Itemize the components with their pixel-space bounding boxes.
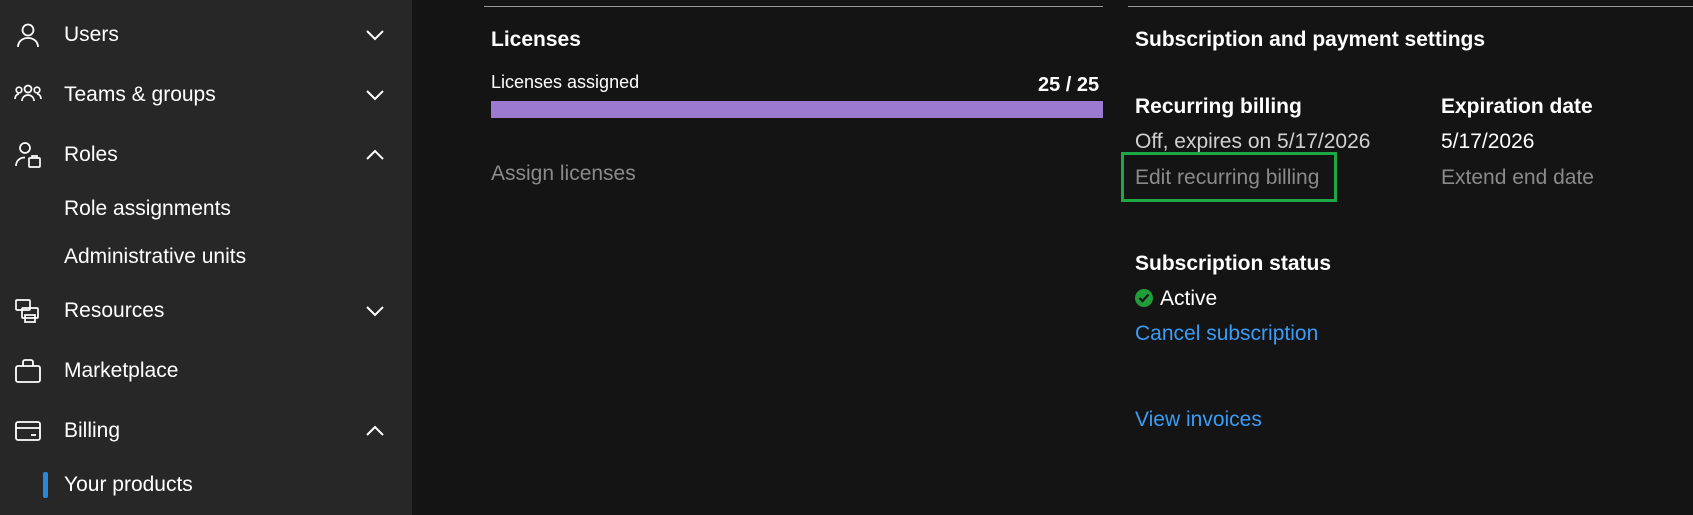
licenses-assigned-count: 25 / 25 bbox=[1038, 74, 1100, 96]
sidebar-nav: Users Teams & groups Roles Role assignme… bbox=[0, 0, 412, 515]
people-group-icon bbox=[14, 81, 42, 109]
licenses-progress-bar bbox=[491, 101, 1103, 118]
sidebar-subitem-label: Your products bbox=[64, 473, 193, 496]
checkmark-circle-icon bbox=[1135, 289, 1153, 307]
sidebar-item-users[interactable]: Users bbox=[0, 11, 412, 59]
chevron-down-icon[interactable] bbox=[363, 23, 387, 47]
licenses-progress-fill bbox=[491, 101, 1103, 118]
cancel-subscription-link[interactable]: Cancel subscription bbox=[1135, 322, 1318, 346]
section-divider bbox=[1128, 6, 1693, 7]
sidebar-item-label: Roles bbox=[64, 143, 118, 166]
sidebar-item-administrative-units[interactable]: Administrative units bbox=[0, 235, 412, 279]
section-divider bbox=[484, 6, 1103, 7]
sidebar-item-resources[interactable]: Resources bbox=[0, 287, 412, 335]
chevron-up-icon[interactable] bbox=[363, 143, 387, 167]
active-indicator bbox=[43, 472, 48, 498]
chevron-down-icon[interactable] bbox=[363, 83, 387, 107]
licenses-assigned-label: Licenses assigned bbox=[491, 72, 640, 92]
sidebar-item-teams-groups[interactable]: Teams & groups bbox=[0, 71, 412, 119]
sidebar-subitem-label: Administrative units bbox=[64, 245, 247, 268]
sidebar-item-label: Teams & groups bbox=[64, 83, 216, 106]
printer-icon bbox=[14, 297, 42, 325]
chevron-up-icon[interactable] bbox=[363, 419, 387, 443]
edit-recurring-billing-link[interactable]: Edit recurring billing bbox=[1135, 166, 1319, 190]
sidebar-item-label: Users bbox=[64, 23, 119, 46]
sidebar-item-your-products[interactable]: Your products bbox=[0, 463, 412, 507]
sidebar-item-label: Billing bbox=[64, 419, 121, 442]
view-invoices-link[interactable]: View invoices bbox=[1135, 408, 1262, 432]
credit-card-icon bbox=[14, 417, 42, 445]
expiration-date-value: 5/17/2026 bbox=[1441, 130, 1535, 153]
recurring-billing-title: Recurring billing bbox=[1135, 95, 1302, 118]
sidebar-item-roles[interactable]: Roles bbox=[0, 131, 412, 179]
sidebar-item-label: Marketplace bbox=[64, 359, 179, 382]
sidebar-item-role-assignments[interactable]: Role assignments bbox=[0, 187, 412, 231]
recurring-billing-value: Off, expires on 5/17/2026 bbox=[1135, 130, 1371, 153]
expiration-date-title: Expiration date bbox=[1441, 95, 1593, 118]
subscription-title: Subscription and payment settings bbox=[1135, 28, 1486, 51]
sidebar-item-label: Resources bbox=[64, 299, 165, 322]
subscription-status-value: Active bbox=[1160, 287, 1218, 310]
subscription-status-title: Subscription status bbox=[1135, 252, 1332, 275]
licenses-title: Licenses bbox=[491, 28, 581, 51]
extend-end-date-link[interactable]: Extend end date bbox=[1441, 166, 1594, 190]
chevron-down-icon[interactable] bbox=[363, 299, 387, 323]
shopping-bag-icon bbox=[14, 357, 42, 385]
assign-licenses-link[interactable]: Assign licenses bbox=[491, 162, 636, 186]
sidebar-item-marketplace[interactable]: Marketplace bbox=[0, 347, 412, 395]
person-icon bbox=[14, 21, 42, 49]
sidebar-item-billing[interactable]: Billing bbox=[0, 407, 412, 455]
person-badge-icon bbox=[14, 141, 42, 169]
sidebar-subitem-label: Role assignments bbox=[64, 197, 231, 220]
